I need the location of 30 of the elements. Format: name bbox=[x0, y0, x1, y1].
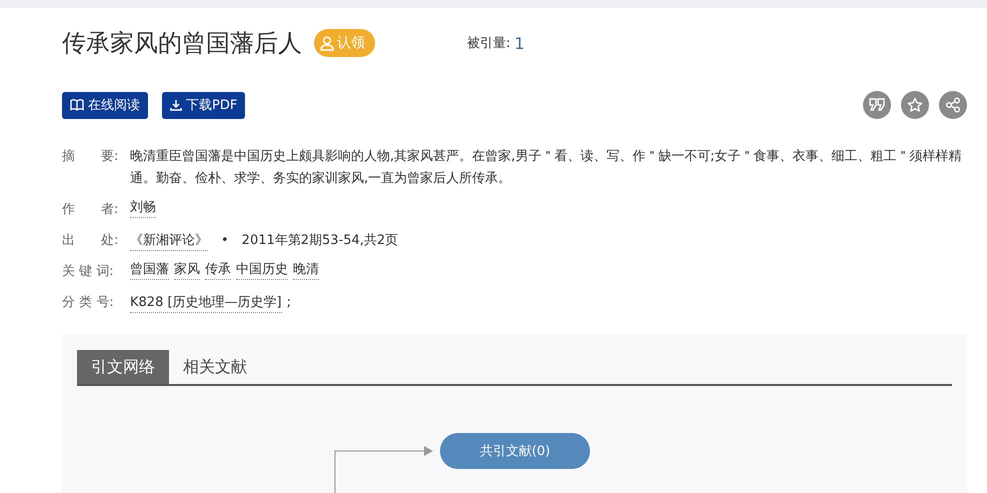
share-icon[interactable] bbox=[939, 91, 967, 119]
citation-count: 1 bbox=[514, 34, 525, 52]
issue-text: 2011年第2期53-54,共2页 bbox=[242, 232, 398, 250]
abstract-text: 晚清重臣曾国藩是中国历史上颇具影响的人物,其家风甚严。在曾家,男子＂看、读、写、作＂缺一不可;女子＂食事、衣事、细工、粗工＂须样样精通。勤奋、俭朴、求学、务实的家训家风,一直为曾家后人所传承。 bbox=[130, 148, 963, 188]
book-icon bbox=[70, 99, 84, 111]
read-online-button[interactable]: 在线阅读 bbox=[62, 92, 148, 118]
citation-label: 被引量: bbox=[467, 35, 510, 52]
separator-dot: • bbox=[221, 232, 229, 250]
download-button[interactable]: 下载PDF bbox=[162, 92, 246, 118]
meta-link[interactable]: 曾国藩 bbox=[130, 261, 169, 280]
meta-link[interactable]: 中国历史 bbox=[236, 261, 288, 280]
meta-link[interactable]: K828 [历史地理—历史学] bbox=[130, 294, 282, 313]
field-label: 分 类 号: bbox=[62, 294, 115, 312]
article-title: 传承家风的曾国藩后人 bbox=[62, 28, 302, 59]
field-label: 出 处: bbox=[62, 232, 120, 250]
meta-link[interactable]: 刘畅 bbox=[130, 199, 156, 218]
meta-link[interactable]: 家风 bbox=[174, 261, 200, 280]
person-icon bbox=[320, 36, 334, 50]
download-icon bbox=[170, 99, 182, 111]
tab[interactable]: 相关文献 bbox=[169, 350, 261, 384]
field-label: 作 者: bbox=[62, 201, 120, 219]
meta-link[interactable]: 《新湘评论》 bbox=[130, 232, 208, 251]
tab[interactable]: 引文网络 bbox=[77, 350, 169, 384]
quote-icon[interactable] bbox=[863, 91, 891, 119]
field-label: 摘 要: bbox=[62, 148, 120, 166]
meta-link[interactable]: 传承 bbox=[205, 261, 231, 280]
field-label: 关 键 词: bbox=[62, 263, 115, 281]
semicolon: ; bbox=[286, 294, 292, 312]
network-node[interactable]: 共引文献(0) bbox=[440, 433, 590, 469]
meta-link[interactable]: 晚清 bbox=[293, 261, 319, 280]
